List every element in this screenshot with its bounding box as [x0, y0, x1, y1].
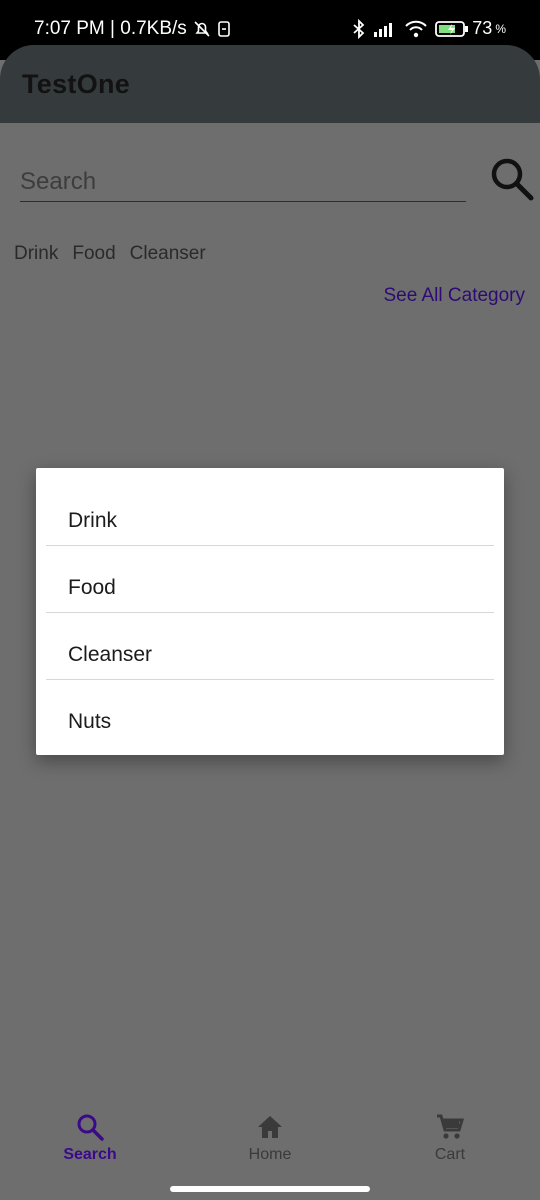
gesture-home-indicator[interactable]	[170, 1186, 370, 1192]
category-chip[interactable]: Drink	[14, 243, 58, 265]
wifi-icon	[404, 20, 428, 38]
category-dialog: Drink Food Cleanser Nuts	[36, 468, 504, 755]
search-icon	[491, 158, 534, 201]
muted-bell-icon	[193, 20, 211, 38]
app-bar: TestOne	[0, 45, 540, 123]
dialog-item-label: Drink	[68, 509, 118, 532]
sim-icon	[217, 20, 231, 38]
category-chip[interactable]: Cleanser	[130, 243, 206, 265]
dialog-item-cleanser[interactable]: Cleanser	[46, 612, 494, 680]
dialog-item-drink[interactable]: Drink	[46, 478, 494, 546]
status-time-speed: 7:07 PM | 0.7KB/s	[34, 18, 187, 39]
search-input[interactable]	[20, 167, 460, 197]
signal-icon	[373, 21, 397, 37]
nav-item-search[interactable]: Search	[30, 1112, 150, 1182]
status-left: 7:07 PM | 0.7KB/s	[34, 18, 231, 40]
nav-item-cart[interactable]: Cart	[390, 1112, 510, 1182]
bottom-navigation: Search Home Cart	[0, 1100, 540, 1200]
app-title: TestOne	[22, 69, 131, 99]
category-chip[interactable]: Food	[72, 243, 115, 265]
dialog-item-nuts[interactable]: Nuts	[46, 679, 494, 746]
nav-label-search: Search	[63, 1146, 117, 1163]
dialog-item-label: Food	[68, 576, 116, 599]
search-field	[20, 157, 466, 202]
dialog-item-label: Nuts	[68, 710, 112, 733]
battery-level: 73	[472, 18, 493, 38]
nav-label-home: Home	[248, 1146, 292, 1163]
dialog-item-food[interactable]: Food	[46, 545, 494, 613]
cart-icon	[437, 1114, 465, 1139]
battery-icon	[435, 20, 469, 37]
home-icon	[258, 1116, 282, 1138]
battery-indicator: 73%	[435, 18, 506, 39]
see-all-category-link[interactable]: See All Category	[383, 285, 525, 307]
category-chips: Drink Food Cleanser	[14, 243, 206, 265]
search-icon	[77, 1114, 104, 1141]
status-right: 73%	[352, 18, 506, 39]
bluetooth-icon	[352, 18, 366, 39]
dialog-item-label: Cleanser	[68, 643, 153, 666]
nav-item-home[interactable]: Home	[210, 1112, 330, 1182]
search-button[interactable]	[489, 156, 535, 202]
nav-label-cart: Cart	[434, 1146, 466, 1163]
